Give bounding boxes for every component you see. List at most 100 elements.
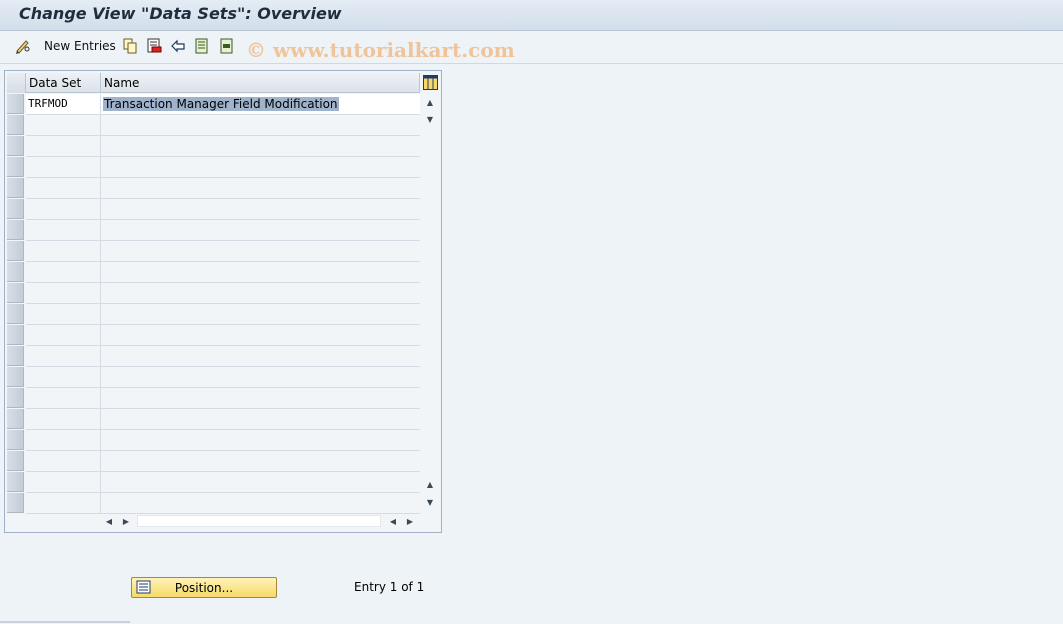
- name-cell[interactable]: [101, 199, 420, 219]
- name-cell[interactable]: [101, 178, 420, 198]
- select-all-button[interactable]: [194, 37, 210, 55]
- name-cell[interactable]: [101, 262, 420, 282]
- name-cell[interactable]: [101, 157, 420, 177]
- data-set-cell[interactable]: [26, 325, 101, 345]
- table-row: [26, 157, 420, 178]
- name-cell[interactable]: [101, 115, 420, 135]
- row-selector[interactable]: [7, 346, 24, 366]
- table-row: [26, 451, 420, 472]
- row-selector[interactable]: [7, 241, 24, 261]
- row-selector[interactable]: [7, 115, 24, 135]
- watermark: © www.tutorialkart.com: [246, 38, 515, 62]
- data-set-cell[interactable]: [26, 262, 101, 282]
- name-cell[interactable]: [101, 388, 420, 408]
- scroll-right-icon[interactable]: ▶: [118, 514, 134, 528]
- row-selector[interactable]: [7, 367, 24, 387]
- scroll-up-icon[interactable]: ▲: [422, 95, 438, 109]
- delete-button[interactable]: [146, 37, 162, 55]
- table-row: [26, 199, 420, 220]
- row-selector[interactable]: [7, 157, 24, 177]
- data-set-cell[interactable]: [26, 451, 101, 471]
- name-cell-text: Transaction Manager Field Modification: [103, 97, 339, 111]
- select-block-button[interactable]: [219, 37, 235, 55]
- page-down-icon[interactable]: ▼: [422, 495, 438, 509]
- table-row: [26, 241, 420, 262]
- change-display-button[interactable]: [14, 37, 32, 55]
- table-settings-button[interactable]: [422, 73, 438, 91]
- new-entries-button[interactable]: New Entries: [44, 37, 116, 55]
- data-set-cell[interactable]: [26, 136, 101, 156]
- column-header-name[interactable]: Name: [101, 73, 420, 93]
- table-row: [26, 304, 420, 325]
- data-sets-table: Data Set Name TRFMOD Transaction Manager …: [4, 70, 442, 533]
- row-selector[interactable]: [7, 220, 24, 240]
- data-set-cell[interactable]: [26, 157, 101, 177]
- column-header-data-set[interactable]: Data Set: [26, 73, 101, 93]
- horizontal-scroll-track[interactable]: [137, 515, 381, 527]
- undo-change-button[interactable]: [170, 37, 188, 55]
- name-cell[interactable]: [101, 367, 420, 387]
- page-up-icon[interactable]: ▲: [422, 477, 438, 491]
- horizontal-scrollbar[interactable]: ◀ ▶ ◀ ▶: [101, 514, 421, 528]
- data-set-cell[interactable]: [26, 241, 101, 261]
- vertical-scrollbar[interactable]: ▲ ▼ ▲ ▼: [422, 94, 438, 512]
- data-set-cell[interactable]: [26, 430, 101, 450]
- position-button[interactable]: Position...: [131, 577, 277, 598]
- name-cell[interactable]: [101, 241, 420, 261]
- table-row: [26, 409, 420, 430]
- data-set-cell[interactable]: [26, 472, 101, 492]
- table-row: TRFMOD Transaction Manager Field Modifica…: [26, 94, 420, 115]
- row-selector[interactable]: [7, 430, 24, 450]
- row-selector[interactable]: [7, 304, 24, 324]
- name-cell[interactable]: [101, 304, 420, 324]
- table-row: [26, 115, 420, 136]
- row-selector[interactable]: [7, 493, 24, 513]
- name-cell[interactable]: [101, 451, 420, 471]
- scroll-down-icon[interactable]: ▼: [422, 112, 438, 126]
- name-cell[interactable]: [101, 472, 420, 492]
- row-selector[interactable]: [7, 94, 24, 114]
- data-set-cell[interactable]: TRFMOD: [26, 94, 101, 114]
- scroll-left-icon[interactable]: ◀: [101, 514, 117, 528]
- data-set-cell[interactable]: [26, 115, 101, 135]
- row-selector[interactable]: [7, 388, 24, 408]
- select-all-icon: [195, 38, 208, 54]
- name-cell[interactable]: [101, 430, 420, 450]
- row-selector[interactable]: [7, 409, 24, 429]
- row-selector[interactable]: [7, 178, 24, 198]
- name-cell[interactable]: [101, 325, 420, 345]
- page-left-icon[interactable]: ◀: [385, 514, 401, 528]
- row-selector[interactable]: [7, 136, 24, 156]
- title-bar: Change View "Data Sets": Overview: [0, 0, 1063, 31]
- data-set-cell[interactable]: [26, 220, 101, 240]
- table-row: [26, 472, 420, 493]
- data-set-cell[interactable]: [26, 409, 101, 429]
- row-selector[interactable]: [7, 451, 24, 471]
- name-cell[interactable]: [101, 493, 420, 513]
- row-selector[interactable]: [7, 262, 24, 282]
- data-set-cell[interactable]: [26, 493, 101, 513]
- data-set-cell[interactable]: [26, 346, 101, 366]
- data-set-cell[interactable]: [26, 283, 101, 303]
- data-set-cell[interactable]: [26, 367, 101, 387]
- data-set-cell[interactable]: [26, 199, 101, 219]
- row-selector[interactable]: [7, 199, 24, 219]
- new-entries-label: New Entries: [44, 39, 116, 53]
- name-cell[interactable]: [101, 220, 420, 240]
- row-selector[interactable]: [7, 283, 24, 303]
- name-cell[interactable]: [101, 346, 420, 366]
- select-all-rows-button[interactable]: [7, 73, 26, 93]
- data-set-cell[interactable]: [26, 178, 101, 198]
- data-set-cell[interactable]: [26, 304, 101, 324]
- page-right-icon[interactable]: ▶: [402, 514, 418, 528]
- undo-icon: [171, 39, 185, 53]
- name-cell[interactable]: [101, 136, 420, 156]
- name-cell[interactable]: [101, 409, 420, 429]
- row-selector[interactable]: [7, 472, 24, 492]
- name-cell[interactable]: [101, 283, 420, 303]
- copy-button[interactable]: [122, 37, 138, 55]
- row-selector[interactable]: [7, 325, 24, 345]
- table-row: [26, 178, 420, 199]
- name-cell[interactable]: Transaction Manager Field Modification: [101, 94, 420, 114]
- data-set-cell[interactable]: [26, 388, 101, 408]
